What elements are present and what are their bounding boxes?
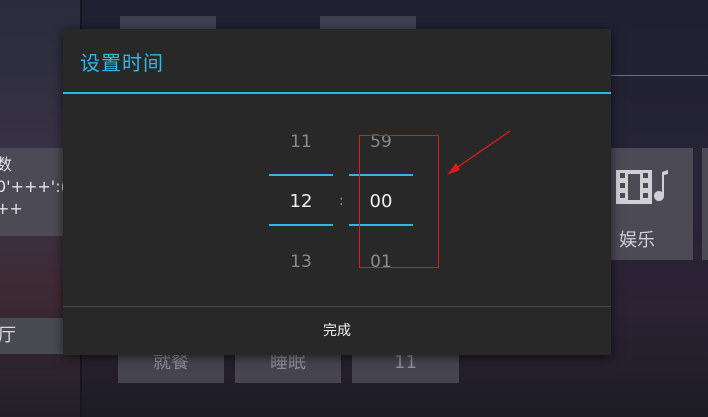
done-button[interactable]: 完成 <box>63 307 611 355</box>
hour-selection-bottom-line <box>269 224 333 226</box>
entertainment-tile[interactable]: 娱乐 <box>610 148 693 260</box>
entertainment-label: 娱乐 <box>619 230 655 251</box>
hour-next[interactable]: 13 <box>269 252 333 272</box>
set-time-dialog: 设置时间 11 12 13 : 59 00 01 完成 <box>63 29 611 355</box>
dialog-title: 设置时间 <box>80 51 164 75</box>
background-top-tile <box>120 16 216 30</box>
time-separator: : <box>339 193 344 209</box>
annotation-arrow-icon <box>447 130 511 175</box>
annotation-highlight-box <box>359 135 439 268</box>
hour-prev[interactable]: 11 <box>269 132 333 152</box>
hour-selected[interactable]: 12 <box>269 191 333 212</box>
background-separator <box>610 75 708 76</box>
hour-selection-top-line <box>269 174 333 176</box>
background-tile-edge <box>702 148 708 260</box>
background-top-tile <box>320 16 416 30</box>
film-music-icon <box>616 170 668 204</box>
title-divider <box>63 92 611 94</box>
